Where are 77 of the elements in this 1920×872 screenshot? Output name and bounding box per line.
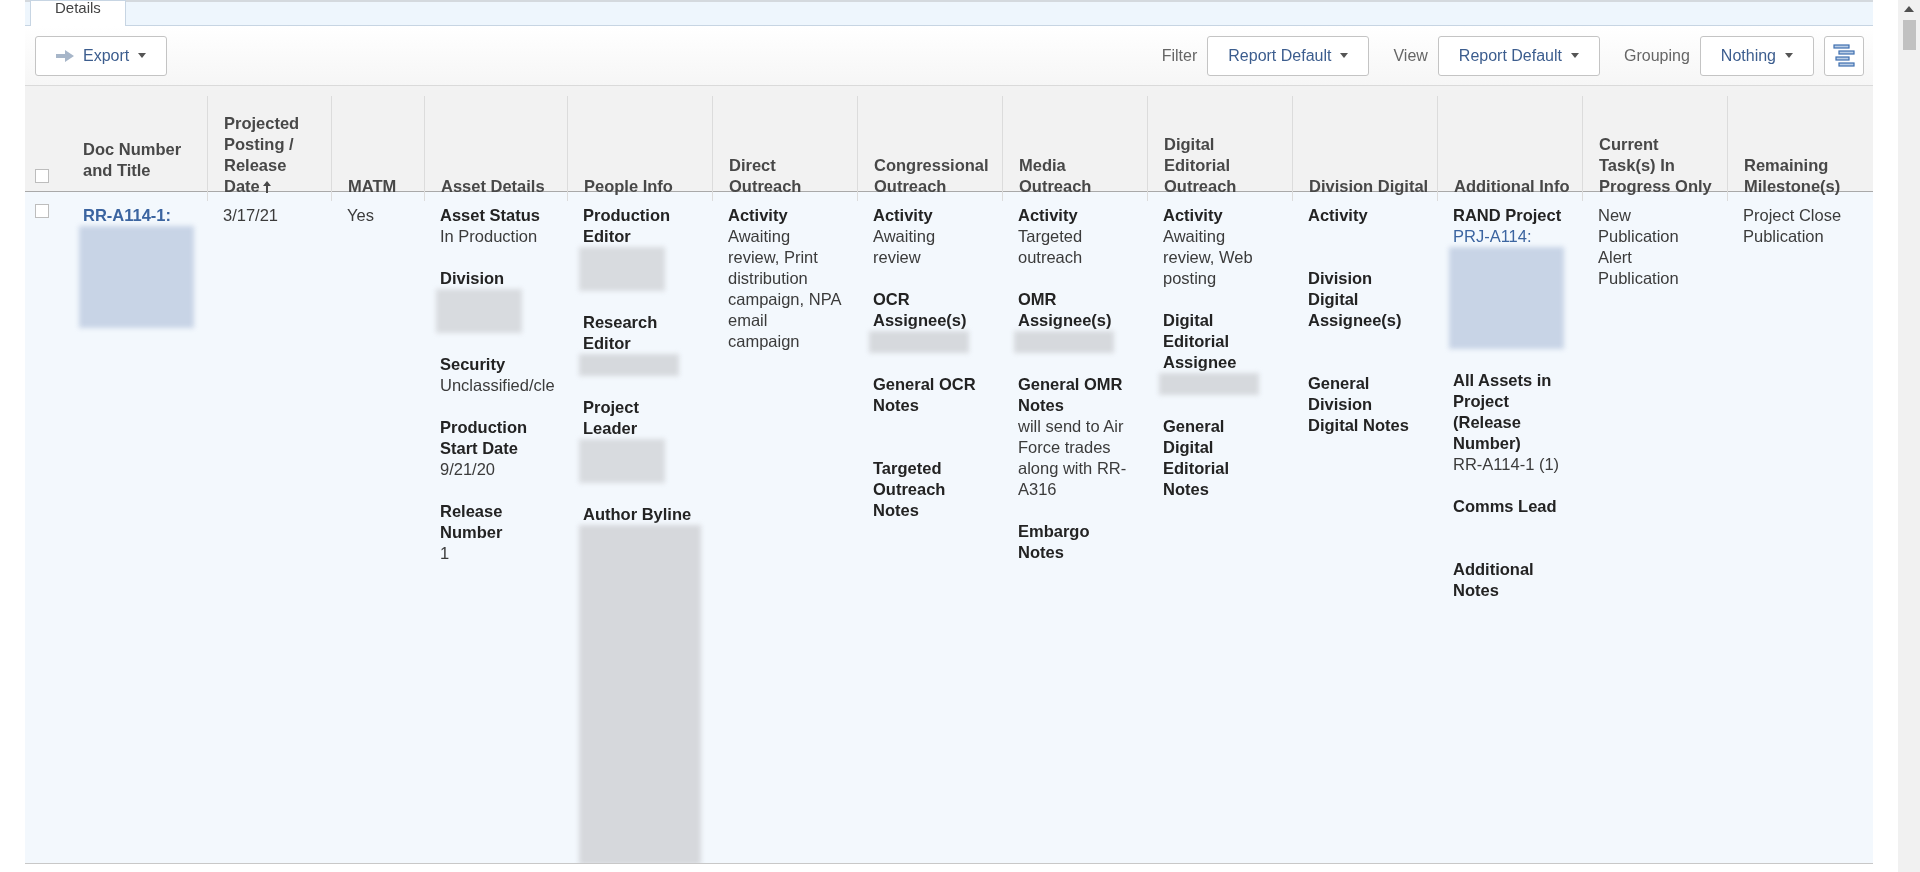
dropdown[interactable]: Nothing <box>1699 35 1814 76</box>
scrollbar[interactable] <box>1898 0 1920 872</box>
field-value: In Production <box>440 226 539 247</box>
field-label: Research Editor <box>583 312 659 354</box>
column-header[interactable]: MATM <box>348 176 397 197</box>
field-label: Production Start Date <box>440 417 529 459</box>
field-label: Targeted Outreach Notes <box>873 458 947 521</box>
bars-icon <box>1833 43 1855 68</box>
field-label: Security <box>440 354 507 375</box>
field-label: General OMR Notes <box>1018 374 1124 416</box>
caret-icon <box>1571 53 1579 58</box>
checkbox[interactable] <box>35 169 49 183</box>
field-label: Author Byline <box>583 504 693 525</box>
field-label: Embargo Notes <box>1018 521 1091 563</box>
field-value: Targeted outreach <box>1018 226 1084 268</box>
column-header[interactable]: Media Outreach <box>1019 155 1139 197</box>
caret-icon <box>138 53 147 58</box>
column-header[interactable]: Additional Info <box>1454 176 1570 197</box>
field-label: Activity <box>873 205 934 226</box>
field-label: Digital Editorial Assignee <box>1163 310 1238 373</box>
field-label: RAND Project <box>1453 205 1563 226</box>
field-label: Activity <box>728 205 789 226</box>
column-header[interactable]: Digital Editorial Outreach <box>1164 134 1284 197</box>
tab[interactable]: Details <box>30 0 126 26</box>
table-cell-text: 3/17/21 <box>223 205 280 226</box>
field-value: 1 <box>440 543 451 564</box>
column-header[interactable]: Division Digital <box>1309 176 1429 197</box>
table-cell-text: Project Close Publication <box>1743 205 1843 247</box>
field-label: Activity <box>1018 205 1079 226</box>
scroll-thumb[interactable] <box>1902 20 1916 50</box>
field-label: Release Number <box>440 501 504 543</box>
dropdown[interactable]: Report Default <box>1437 35 1600 76</box>
field-label: General Division Digital Notes <box>1308 373 1410 436</box>
arrow-right-icon <box>56 49 74 62</box>
export-button[interactable]: Export <box>35 35 168 76</box>
field-label: Asset Status <box>440 205 541 226</box>
column-header[interactable]: Current Task(s) In Progress Only <box>1599 134 1719 197</box>
field-label: General OCR Notes <box>873 374 977 416</box>
column-header[interactable]: Remaining Milestone(s) <box>1744 155 1865 197</box>
field-label: Division <box>440 268 506 289</box>
field-label: Production Editor <box>583 205 672 247</box>
field-label: OMR Assignee(s) <box>1018 289 1113 331</box>
field-value: will send to Air Force trades along with RR-A316 <box>1018 416 1128 500</box>
link[interactable]: RR-A114-1: <box>83 205 191 226</box>
field-value: Awaiting review, Print distribution campaign, NPA email campaign <box>728 226 841 352</box>
table-cell-text: Yes <box>347 205 375 226</box>
field-value: RR-A114-1 (1) <box>1453 454 1561 475</box>
field-label: Additional Notes <box>1453 559 1535 601</box>
field-value: Unclassified/cle <box>440 375 556 396</box>
field-label: Division Digital Assignee(s) <box>1308 268 1403 331</box>
field-label: Activity <box>1163 205 1224 226</box>
field-value: Awaiting review <box>873 226 937 268</box>
column-header[interactable]: Direct Outreach <box>729 155 849 197</box>
dropdown-label: View <box>1393 46 1428 65</box>
field-label: OCR Assignee(s) <box>873 289 968 331</box>
dropdown[interactable]: Report Default <box>1207 35 1370 76</box>
field-label: Project Leader <box>583 397 640 439</box>
link[interactable]: PRJ-A114: <box>1453 226 1566 247</box>
checkbox[interactable] <box>35 204 49 218</box>
field-label: Activity <box>1308 205 1369 226</box>
dropdown-label: Filter <box>1161 46 1198 65</box>
column-header[interactable]: Doc Number and Title <box>83 139 201 181</box>
field-label: Comms Lead <box>1453 496 1558 517</box>
field-label: All Assets in Project (Release Number) <box>1453 370 1553 454</box>
column-header[interactable]: People Info <box>584 176 673 197</box>
caret-icon <box>1785 53 1793 58</box>
table-cell-text: New Publication Alert Publication <box>1598 205 1680 289</box>
columns-button[interactable] <box>1824 35 1864 76</box>
field-value: Awaiting review, Web posting <box>1163 226 1254 289</box>
column-header[interactable]: Congressional Outreach <box>874 155 994 197</box>
column-header[interactable]: Asset Details <box>441 176 545 197</box>
field-label: General Digital Editorial Notes <box>1163 416 1230 500</box>
scroll-up-icon[interactable] <box>1904 6 1914 12</box>
caret-icon <box>1340 53 1349 58</box>
column-header[interactable]: Projected Posting / Release Date <box>224 113 323 197</box>
field-value: 9/21/20 <box>440 459 497 480</box>
dropdown-label: Grouping <box>1624 46 1690 65</box>
